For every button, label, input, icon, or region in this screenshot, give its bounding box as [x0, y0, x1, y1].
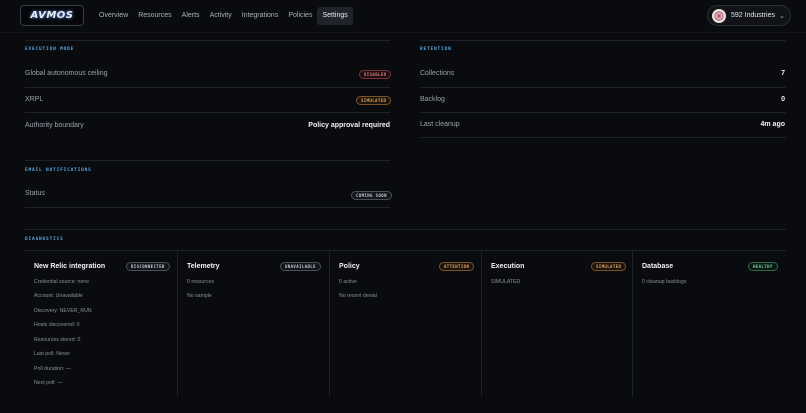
section-label-retention: RETENTION	[420, 47, 452, 52]
row-label-authority-boundary: Authority boundary	[25, 122, 84, 129]
logo-text: AVMOS	[30, 10, 74, 21]
card-line: 0 resources	[187, 279, 215, 285]
row-label-last-cleanup: Last cleanup	[420, 121, 460, 128]
nav-item-alerts[interactable]: Alerts	[177, 7, 205, 25]
top-divider	[0, 32, 806, 33]
card-title: Execution	[491, 263, 525, 270]
status-badge-attention: ATTENTION	[439, 262, 475, 271]
status-badge-simulated: SIMULATED	[591, 262, 627, 271]
card-line: 0 active	[339, 279, 357, 285]
nav-item-resources[interactable]: Resources	[133, 7, 176, 25]
row-label-collections: Collections	[420, 70, 455, 77]
divider	[420, 112, 786, 113]
nav-item-overview[interactable]: Overview	[94, 7, 133, 25]
divider	[420, 40, 786, 41]
divider	[420, 87, 786, 88]
diagnostic-card-execution: Execution SIMULATED SIMULATED	[482, 251, 633, 397]
row-label-status: Status	[25, 190, 45, 197]
org-switcher[interactable]: 592 Industries ⌄	[707, 5, 791, 26]
diagnostic-card-telemetry: Telemetry UNAVAILABLE 0 resources No sam…	[178, 251, 330, 397]
section-label-execution-mode: EXECUTION MODE	[25, 47, 75, 52]
divider	[25, 40, 390, 41]
org-avatar	[712, 8, 726, 23]
card-line: No sample	[187, 293, 212, 299]
status-badge-healthy: HEALTHY	[748, 262, 778, 271]
row-label-backlog: Backlog	[420, 96, 445, 103]
row-value-backlog: 0	[781, 96, 785, 103]
card-title: Telemetry	[187, 263, 220, 270]
section-label-email-notifications: EMAIL NOTIFICATIONS	[25, 168, 92, 173]
card-line: Last poll: Never	[34, 351, 71, 357]
row-value-collections: 7	[781, 70, 785, 77]
diagnostic-card-new-relic: New Relic integration DISCONNECTED Crede…	[25, 251, 178, 397]
card-title: New Relic integration	[34, 263, 106, 270]
nav-item-policies[interactable]: Policies	[283, 7, 317, 25]
diagnostics-panel: New Relic integration DISCONNECTED Crede…	[25, 250, 786, 397]
card-line: No recent denial	[339, 293, 377, 299]
diagnostic-card-database: Database HEALTHY 0 cleanup backlogs	[633, 251, 786, 397]
card-line: Next poll: —	[34, 380, 63, 386]
divider	[25, 87, 390, 88]
nav-item-activity[interactable]: Activity	[205, 7, 237, 25]
divider	[420, 137, 786, 138]
card-line: Hosts discovered: 0	[34, 322, 80, 328]
row-label-global-ceiling: Global autonomous ceiling	[25, 70, 108, 77]
row-label-xrpl: XRPL	[25, 96, 44, 103]
row-value-authority-boundary: Policy approval required	[308, 122, 390, 129]
chevron-down-icon: ⌄	[778, 12, 785, 20]
section-label-diagnostics: DIAGNOSTICS	[25, 237, 64, 242]
main-nav: Overview Resources Alerts Activity Integ…	[94, 7, 353, 25]
status-badge-coming-soon: COMING SOON	[351, 191, 392, 200]
status-badge-unavailable: UNAVAILABLE	[280, 262, 321, 271]
card-line: 0 cleanup backlogs	[642, 279, 687, 285]
org-name: 592 Industries	[731, 12, 775, 19]
card-line: Poll duration: —	[34, 366, 71, 372]
card-line: Account: Unavailable	[34, 293, 83, 299]
divider	[25, 207, 390, 208]
card-title: Database	[642, 263, 674, 270]
org-emblem-icon	[714, 10, 724, 21]
divider	[25, 112, 390, 113]
nav-item-integrations[interactable]: Integrations	[237, 7, 284, 25]
divider	[25, 229, 786, 230]
status-badge-disconnected: DISCONNECTED	[126, 262, 170, 271]
status-badge-simulated: SIMULATED	[356, 96, 392, 105]
card-line: SIMULATED	[491, 279, 521, 285]
card-line: Resources stored: 0	[34, 337, 81, 343]
app-logo[interactable]: AVMOS	[20, 5, 84, 26]
status-badge-disabled: DISABLED	[359, 70, 392, 79]
card-line: Discovery: NEVER_RUN	[34, 308, 92, 314]
card-line: Credential source: none	[34, 279, 90, 285]
nav-item-settings[interactable]: Settings	[317, 7, 353, 25]
diagnostic-card-policy: Policy ATTENTION 0 active No recent deni…	[330, 251, 482, 397]
divider	[25, 160, 390, 161]
top-navigation-bar: AVMOS Overview Resources Alerts Activity…	[0, 0, 806, 32]
row-value-last-cleanup: 4m ago	[760, 121, 785, 128]
card-title: Policy	[339, 263, 360, 270]
